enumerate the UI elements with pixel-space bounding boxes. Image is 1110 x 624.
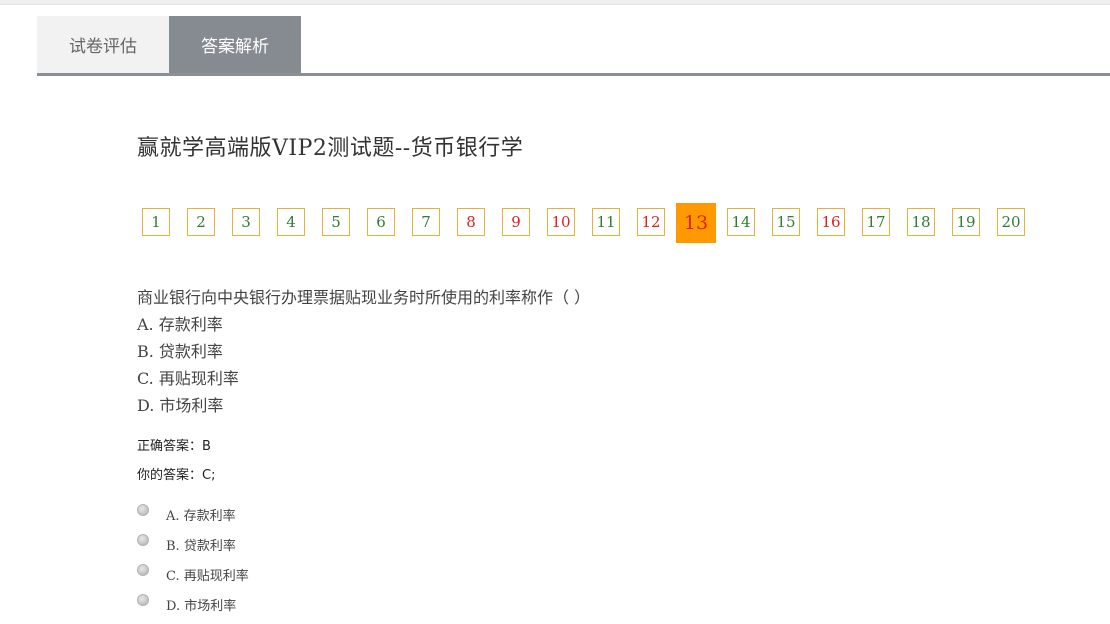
question-number-16[interactable]: 16 <box>817 208 845 236</box>
choice-b-label: B. 贷款利率 <box>166 538 236 554</box>
question-number-3[interactable]: 3 <box>232 208 260 236</box>
question-number-14[interactable]: 14 <box>727 208 755 236</box>
question-block: 商业银行向中央银行办理票据贴现业务时所使用的利率称作（ ） A. 存款利率 B.… <box>137 284 590 419</box>
choice-c[interactable]: C. 再贴现利率 <box>137 559 249 589</box>
tab-answer-analysis-label: 答案解析 <box>201 37 269 57</box>
choice-d[interactable]: D. 市场利率 <box>137 589 249 619</box>
question-number-10[interactable]: 10 <box>547 208 575 236</box>
radio-icon[interactable] <box>137 594 149 606</box>
question-number-5[interactable]: 5 <box>322 208 350 236</box>
your-answer: 你的答案：C; <box>137 468 216 483</box>
choice-list: A. 存款利率 B. 贷款利率 C. 再贴现利率 D. 市场利率 <box>137 499 249 619</box>
question-number-4[interactable]: 4 <box>277 208 305 236</box>
correct-answer: 正确答案：B <box>137 439 211 454</box>
question-number-15[interactable]: 15 <box>772 208 800 236</box>
question-number-19[interactable]: 19 <box>952 208 980 236</box>
radio-icon[interactable] <box>137 564 149 576</box>
question-option-d: D. 市场利率 <box>137 396 224 415</box>
question-number-9[interactable]: 9 <box>502 208 530 236</box>
question-number-20[interactable]: 20 <box>997 208 1025 236</box>
question-number-17[interactable]: 17 <box>862 208 890 236</box>
question-number-8[interactable]: 8 <box>457 208 485 236</box>
question-number-1[interactable]: 1 <box>142 208 170 236</box>
tab-exam-evaluation-label: 试卷评估 <box>69 37 137 57</box>
question-number-13[interactable]: 13 <box>676 203 716 243</box>
question-number-6[interactable]: 6 <box>367 208 395 236</box>
choice-a-label: A. 存款利率 <box>166 508 236 524</box>
question-option-b: B. 贷款利率 <box>137 342 223 361</box>
tab-exam-evaluation[interactable]: 试卷评估 <box>37 16 169 73</box>
page-title: 赢就学高端版VIP2测试题--货币银行学 <box>137 136 524 161</box>
choice-b[interactable]: B. 贷款利率 <box>137 529 249 559</box>
question-number-18[interactable]: 18 <box>907 208 935 236</box>
answer-summary: 正确答案：B 你的答案：C; <box>137 432 215 490</box>
question-number-2[interactable]: 2 <box>187 208 215 236</box>
choice-a[interactable]: A. 存款利率 <box>137 499 249 529</box>
tab-answer-analysis[interactable]: 答案解析 <box>169 16 301 73</box>
question-number-12[interactable]: 12 <box>637 208 665 236</box>
question-option-c: C. 再贴现利率 <box>137 369 239 388</box>
question-option-a: A. 存款利率 <box>137 315 223 334</box>
top-rule <box>0 0 1110 5</box>
choice-c-label: C. 再贴现利率 <box>166 568 249 584</box>
radio-icon[interactable] <box>137 504 149 516</box>
question-number-7[interactable]: 7 <box>412 208 440 236</box>
radio-icon[interactable] <box>137 534 149 546</box>
question-stem: 商业银行向中央银行办理票据贴现业务时所使用的利率称作（ ） <box>137 288 591 307</box>
question-number-11[interactable]: 11 <box>592 208 620 236</box>
choice-d-label: D. 市场利率 <box>166 598 237 614</box>
tab-bar: 试卷评估 答案解析 <box>37 16 1110 76</box>
